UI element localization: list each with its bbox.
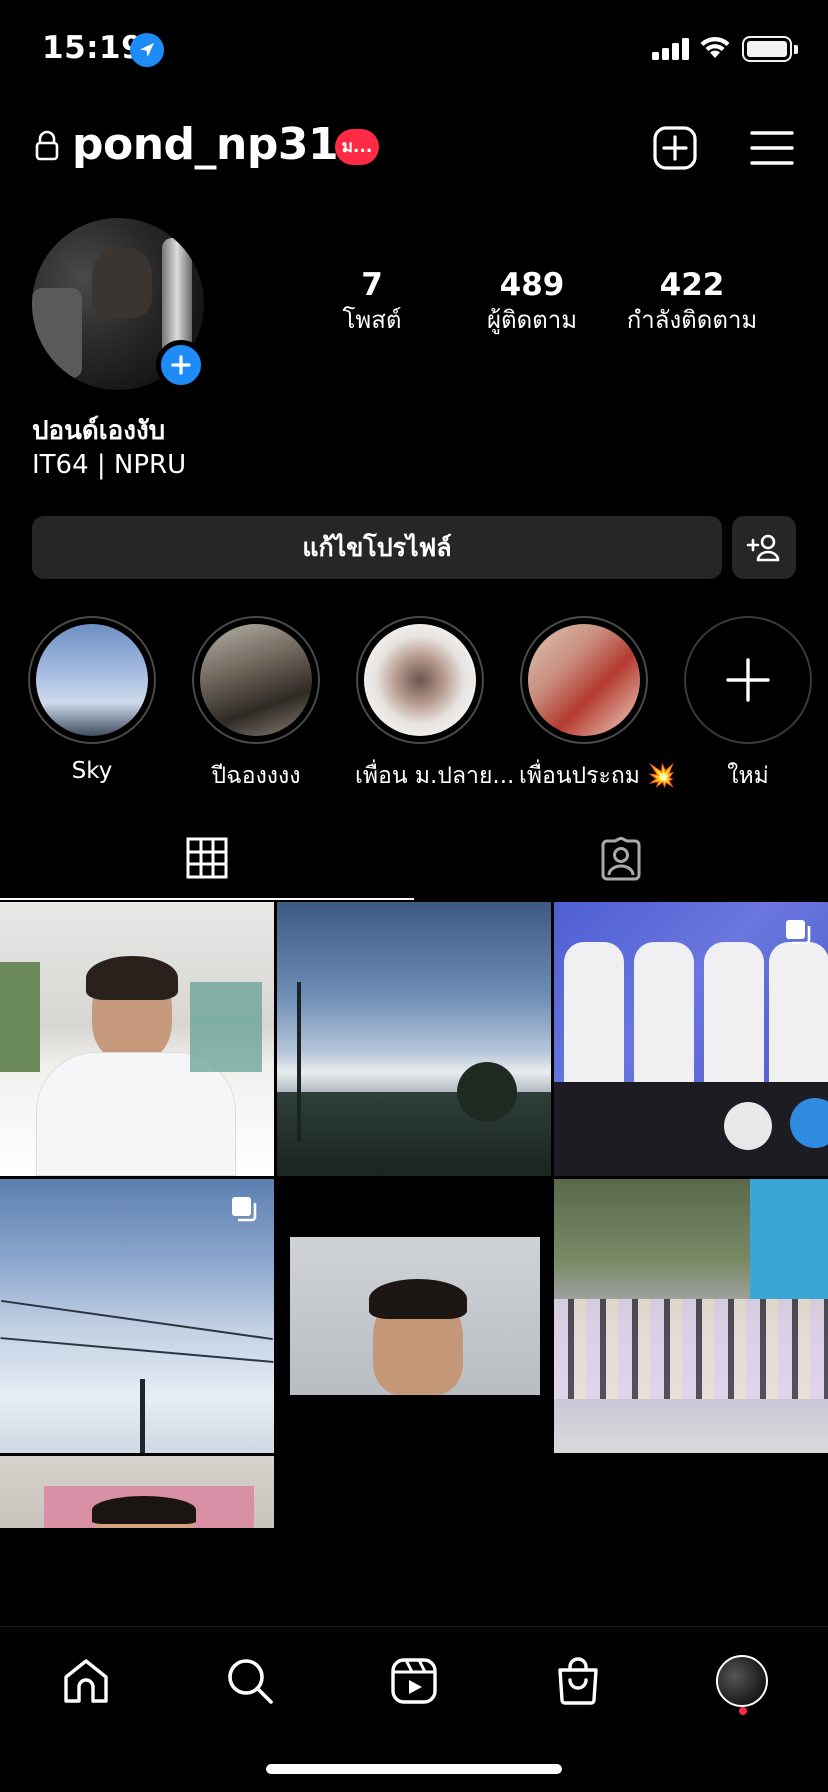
profile-header: pond_np31 ม... bbox=[0, 112, 828, 182]
multiple-photos-icon bbox=[786, 920, 811, 945]
grid-icon bbox=[186, 837, 228, 879]
highlight-sky[interactable]: Sky bbox=[27, 616, 157, 784]
highlight-label: ปีฉองงงง bbox=[211, 763, 301, 789]
highlight-2[interactable]: ปีฉองงงง bbox=[191, 616, 321, 794]
discover-people-button[interactable] bbox=[732, 516, 796, 579]
edit-profile-button[interactable]: แก้ไขโปรไฟล์ bbox=[32, 516, 722, 579]
profile-avatar-large[interactable] bbox=[32, 218, 206, 390]
battery-icon bbox=[742, 36, 798, 62]
tab-tagged[interactable] bbox=[414, 818, 828, 900]
wifi-icon bbox=[698, 34, 732, 64]
display-name: ปอนด์เองงับ bbox=[32, 416, 166, 446]
post-thumbnail[interactable] bbox=[0, 1456, 274, 1528]
profile-avatar[interactable] bbox=[714, 1653, 770, 1709]
shop-icon[interactable] bbox=[550, 1653, 606, 1709]
search-icon[interactable] bbox=[222, 1653, 278, 1709]
notification-badge[interactable]: ม... bbox=[335, 129, 379, 165]
highlight-label: เพื่อน ม.ปลาย... bbox=[355, 763, 515, 789]
stat-followers-value: 489 bbox=[499, 267, 565, 303]
location-arrow-icon bbox=[130, 33, 164, 67]
status-time: 15:19 bbox=[42, 30, 144, 66]
post-thumbnail[interactable] bbox=[277, 902, 551, 1176]
post-thumbnail[interactable] bbox=[0, 902, 274, 1176]
highlight-label: เพื่อนประถม 💥 bbox=[519, 763, 676, 789]
highlight-label: ใหม่ bbox=[727, 763, 769, 789]
reels-icon[interactable] bbox=[386, 1653, 442, 1709]
home-indicator[interactable] bbox=[266, 1764, 562, 1774]
multiple-photos-icon bbox=[232, 1197, 257, 1222]
highlight-3[interactable]: เพื่อน ม.ปลาย... bbox=[355, 616, 515, 794]
post-thumbnail[interactable] bbox=[554, 902, 828, 1176]
highlight-4[interactable]: เพื่อนประถม 💥 bbox=[519, 616, 676, 794]
tagged-person-icon bbox=[601, 837, 641, 881]
stat-followers-label: ผู้ติดตาม bbox=[486, 306, 578, 334]
notification-dot bbox=[739, 1707, 747, 1715]
add-story-plus-icon[interactable] bbox=[156, 340, 206, 390]
stat-posts-label: โพสต์ bbox=[342, 306, 402, 334]
highlight-new[interactable]: ใหม่ bbox=[683, 616, 813, 794]
post-thumbnail[interactable] bbox=[277, 1179, 551, 1453]
status-bar: 15:19 bbox=[0, 0, 828, 100]
post-thumbnail[interactable] bbox=[554, 1179, 828, 1453]
stat-posts-value: 7 bbox=[361, 267, 383, 303]
highlight-label: Sky bbox=[71, 758, 113, 784]
plus-square-icon[interactable] bbox=[652, 125, 698, 175]
stat-followers[interactable]: 489 ผู้ติดตาม bbox=[470, 266, 594, 336]
stat-following-value: 422 bbox=[659, 267, 725, 303]
stat-following-label: กำลังติดตาม bbox=[626, 306, 758, 334]
profile-username[interactable]: pond_np31 bbox=[72, 119, 339, 170]
hamburger-menu-icon[interactable] bbox=[750, 129, 794, 171]
stat-posts[interactable]: 7 โพสต์ bbox=[322, 266, 422, 336]
profile-tabs bbox=[0, 818, 828, 900]
stat-following[interactable]: 422 กำลังติดตาม bbox=[614, 266, 770, 336]
tab-posts-grid[interactable] bbox=[0, 818, 414, 900]
home-icon[interactable] bbox=[58, 1653, 114, 1709]
cellular-signal-icon bbox=[652, 38, 690, 60]
lock-icon bbox=[34, 130, 60, 166]
profile-bio: IT64 | NPRU bbox=[32, 450, 187, 480]
post-thumbnail[interactable] bbox=[0, 1179, 274, 1453]
plus-icon bbox=[726, 658, 770, 702]
add-person-icon bbox=[746, 534, 780, 562]
